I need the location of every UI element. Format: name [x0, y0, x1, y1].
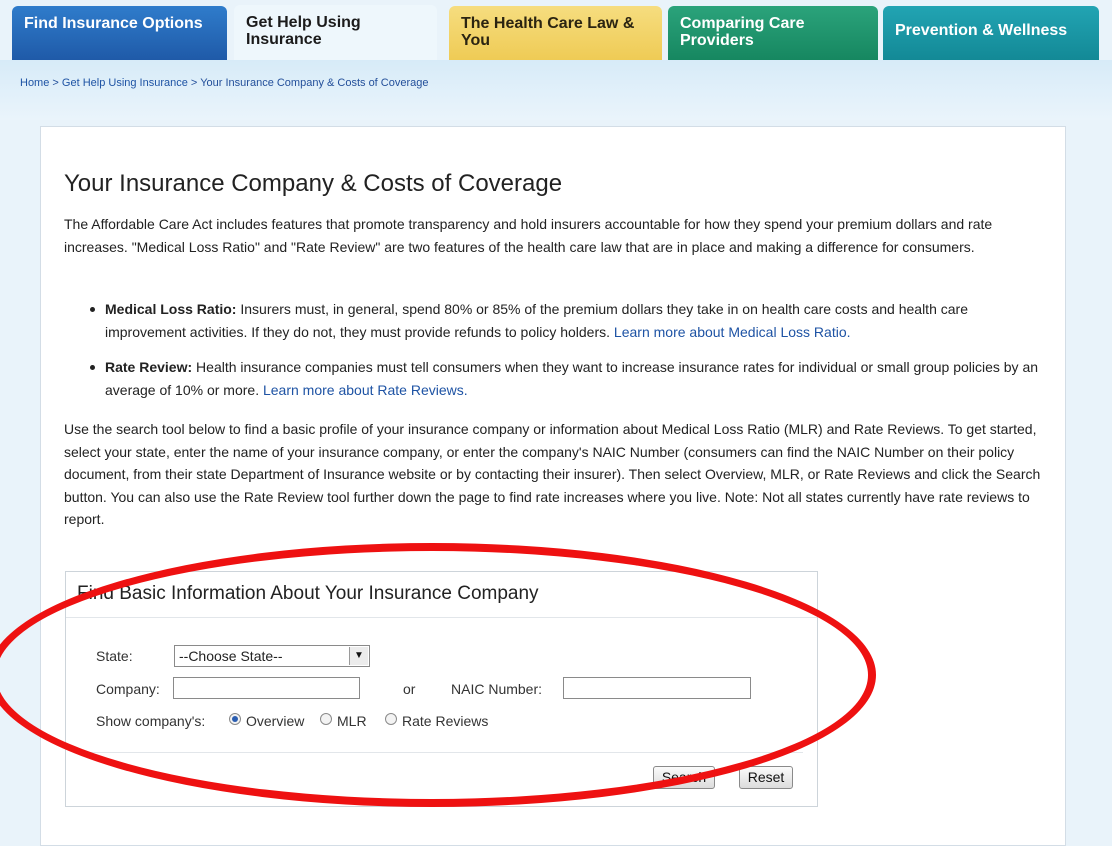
intro-paragraph: The Affordable Care Act includes feature…	[64, 216, 993, 255]
breadcrumb-current: Your Insurance Company & Costs of Covera…	[200, 77, 429, 89]
breadcrumb-home[interactable]: Home	[20, 77, 49, 89]
learn-more-rate-reviews-link[interactable]: Learn more about Rate Reviews.	[263, 382, 468, 398]
tab-find-insurance-options[interactable]: Find Insurance Options	[12, 6, 227, 60]
reset-button[interactable]: Reset	[739, 766, 793, 789]
bullet-text: Health insurance companies must tell con…	[105, 359, 1039, 398]
breadcrumb-separator: >	[52, 77, 59, 89]
page-title: Your Insurance Company & Costs of Covera…	[64, 170, 563, 197]
breadcrumb-separator: >	[190, 77, 198, 89]
tab-comparing-care-providers[interactable]: Comparing Care Providers	[668, 6, 878, 60]
red-highlight-ellipse	[0, 543, 876, 807]
bullet-term: Rate Review:	[105, 359, 193, 375]
instructions-paragraph: Use the search tool below to find a basi…	[64, 421, 1041, 527]
tab-get-help-using-insurance[interactable]: Get Help Using Insurance	[234, 5, 437, 65]
list-item-rate-review: Rate Review: Health insurance companies …	[88, 356, 1048, 401]
header-band	[0, 60, 1112, 120]
main-nav: Find Insurance Options Get Help Using In…	[0, 0, 1112, 65]
tab-prevention-wellness[interactable]: Prevention & Wellness	[883, 6, 1099, 60]
breadcrumb-get-help[interactable]: Get Help Using Insurance	[62, 77, 188, 89]
feature-list: Medical Loss Ratio: Insurers must, in ge…	[88, 298, 1048, 414]
breadcrumb: Home > Get Help Using Insurance > Your I…	[20, 77, 429, 89]
learn-more-mlr-link[interactable]: Learn more about Medical Loss Ratio.	[614, 324, 851, 340]
list-item-medical-loss-ratio: Medical Loss Ratio: Insurers must, in ge…	[88, 298, 1048, 343]
tab-health-care-law[interactable]: The Health Care Law & You	[449, 6, 662, 60]
bullet-term: Medical Loss Ratio:	[105, 301, 237, 317]
